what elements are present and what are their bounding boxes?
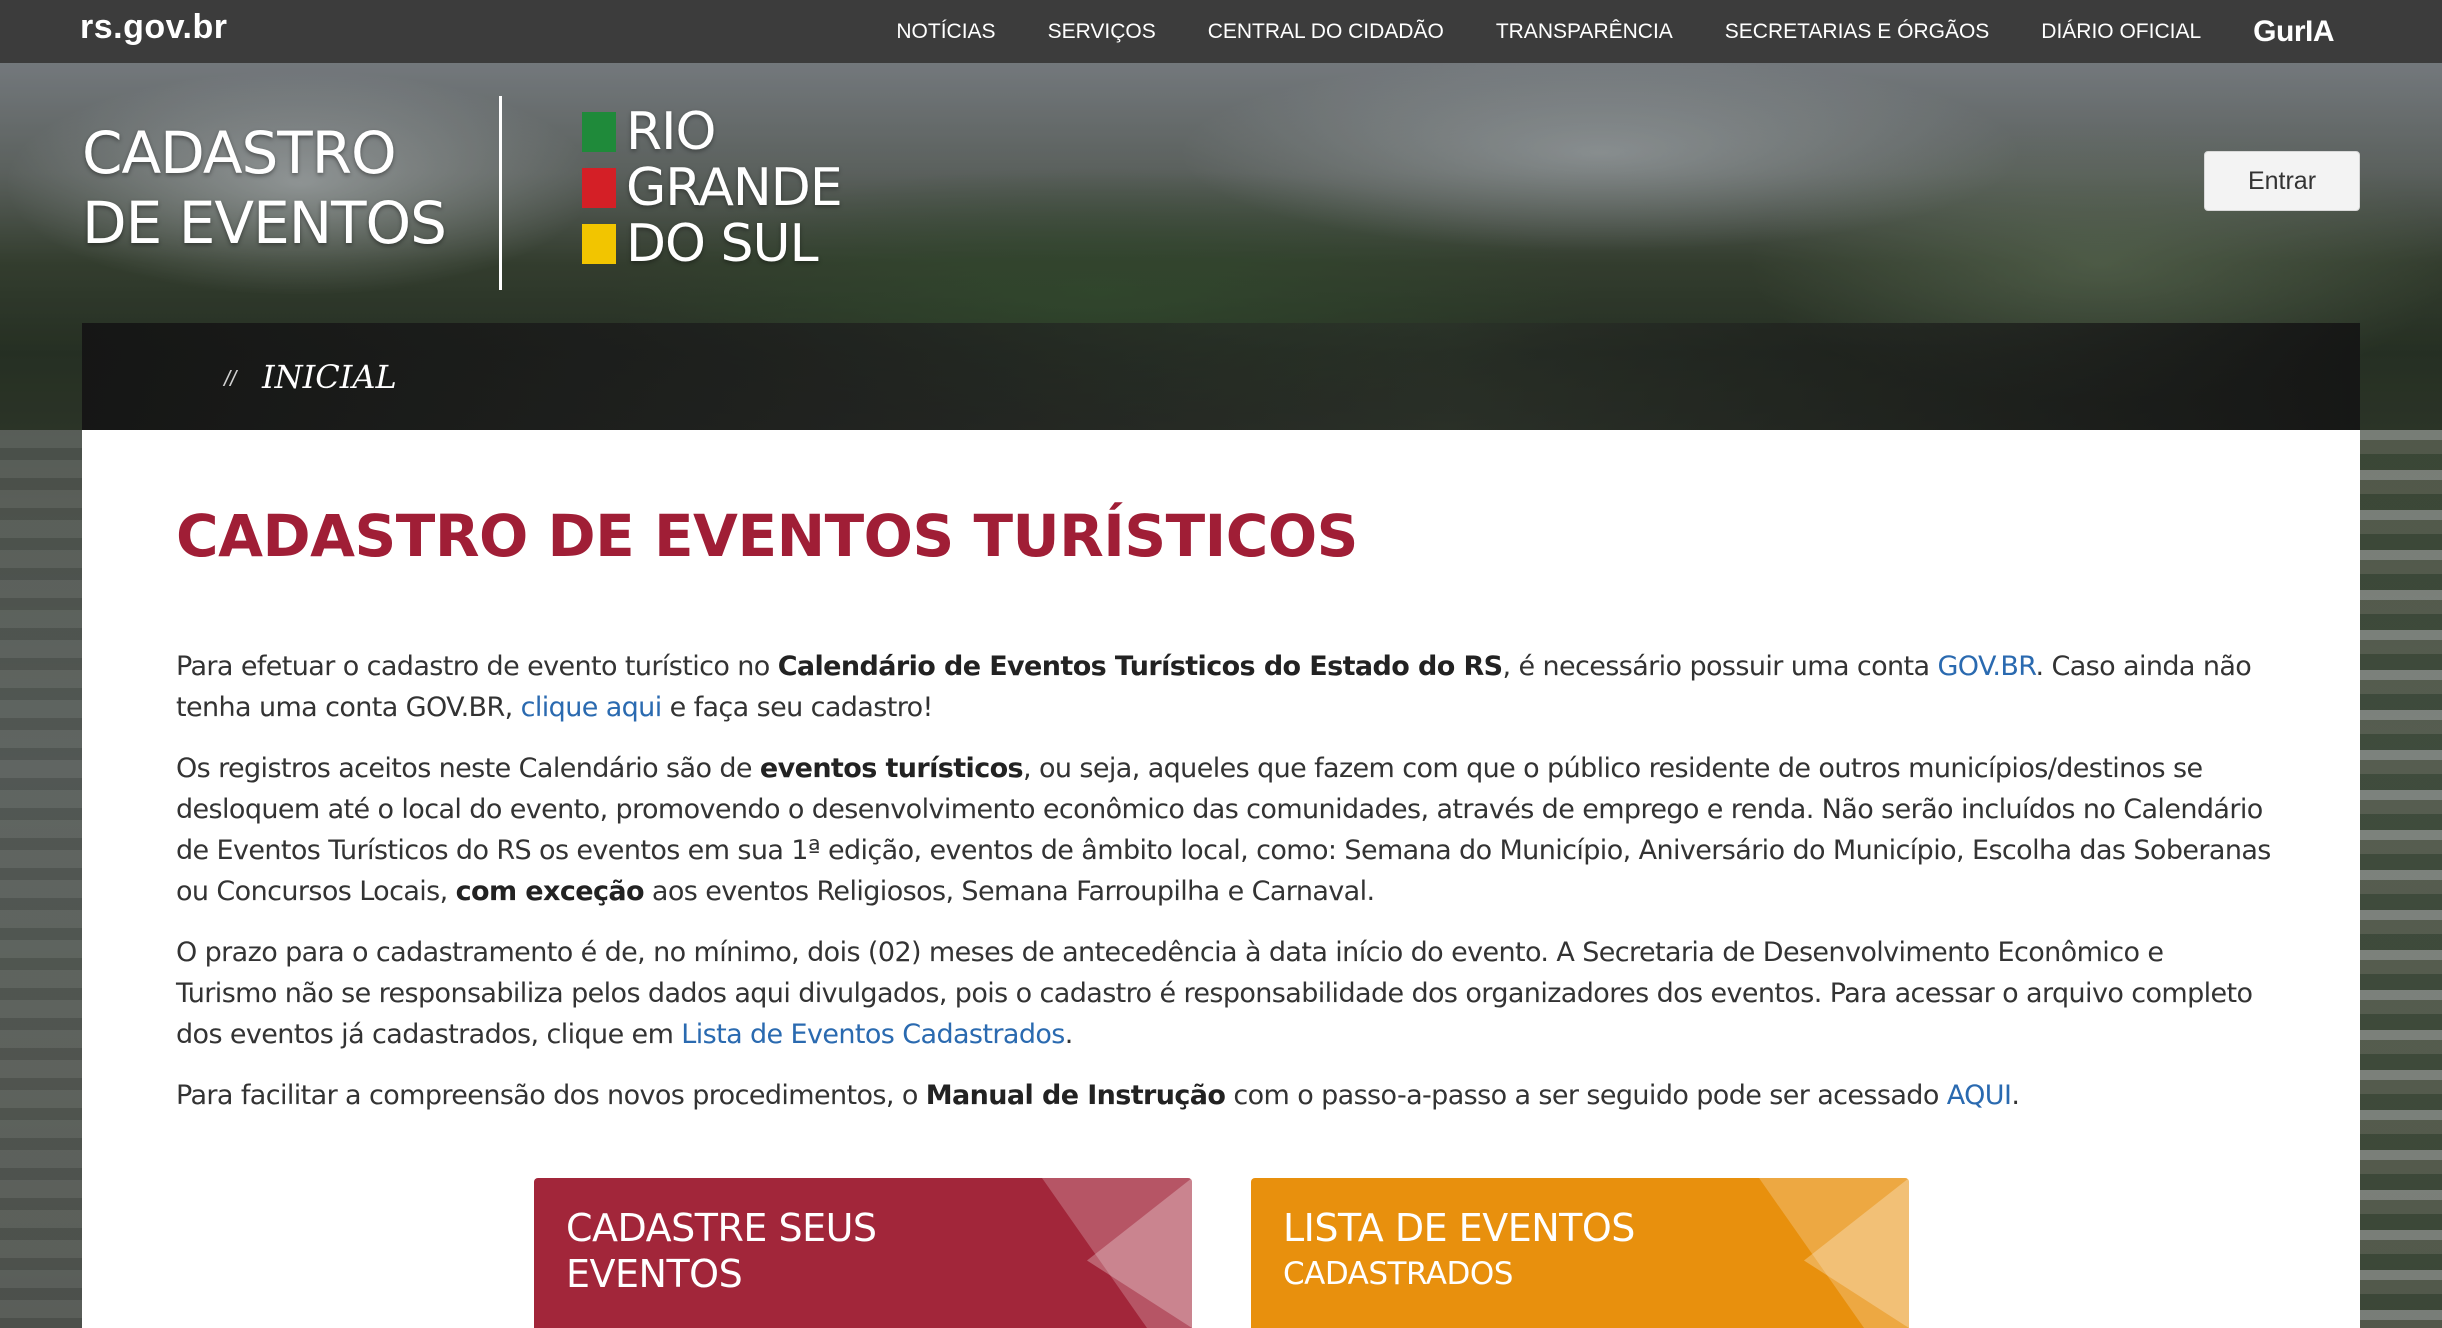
card-title: LISTA DE EVENTOS: [1283, 1206, 1635, 1250]
green-square-icon: [582, 112, 616, 152]
text: aos eventos Religiosos, Semana Farroupil…: [643, 876, 1375, 907]
guria-logo-link[interactable]: GurIA: [2253, 15, 2334, 49]
bold-text: eventos turísticos: [759, 753, 1024, 784]
header-divider: [499, 96, 502, 290]
bold-text: Calendário de Eventos Turísticos do Esta…: [777, 651, 1503, 682]
text: e faça seu cadastro!: [661, 692, 934, 723]
text: Para efetuar o cadastro de evento turíst…: [176, 651, 778, 682]
main-content-panel: CADASTRO DE EVENTOS TURÍSTICOS Para efet…: [82, 430, 2360, 1328]
background-photo-right-edge: [2360, 430, 2442, 1328]
manual-aqui-link[interactable]: AQUI: [1947, 1080, 2012, 1111]
paragraph-manual: Para facilitar a compreensão dos novos p…: [176, 1075, 2272, 1116]
rs-logo-text: DO SUL: [626, 214, 819, 274]
rs-logo-row: DO SUL: [582, 214, 842, 274]
text: Para facilitar a compreensão dos novos p…: [176, 1080, 926, 1111]
nav-secretarias-e-orgaos[interactable]: SECRETARIAS E ÓRGÃOS: [1725, 20, 1990, 44]
page-title: CADASTRO DE EVENTOS TURÍSTICOS: [176, 502, 1358, 570]
rs-logo-text: GRANDE: [626, 158, 843, 218]
text: , é necessário possuir uma conta: [1502, 651, 1938, 682]
rs-logo-row: RIO: [582, 102, 842, 162]
site-title-line2: DE EVENTOS: [82, 189, 447, 257]
rio-grande-do-sul-logo[interactable]: RIO GRANDE DO SUL: [582, 102, 843, 274]
nav-servicos[interactable]: SERVIÇOS: [1048, 20, 1156, 44]
text: com o passo-a-passo a ser seguido pode s…: [1225, 1080, 1947, 1111]
gov-br-link[interactable]: GOV.BR: [1937, 651, 2036, 682]
bold-text: com exceção: [455, 876, 645, 907]
intro-text: Para efetuar o cadastro de evento turíst…: [176, 646, 2272, 1136]
rs-logo-row: GRANDE: [582, 158, 843, 218]
top-navigation: NOTÍCIAS SERVIÇOS CENTRAL DO CIDADÃO TRA…: [896, 0, 2442, 63]
lista-eventos-cadastrados-link[interactable]: Lista de Eventos Cadastrados: [681, 1019, 1065, 1050]
event-list-card[interactable]: LISTA DE EVENTOS CADASTRADOS: [1251, 1178, 1909, 1328]
breadcrumb-current: INICIAL: [262, 358, 397, 396]
card-subtitle: EVENTOS: [566, 1252, 743, 1296]
top-bar: rs.gov.br NOTÍCIAS SERVIÇOS CENTRAL DO C…: [0, 0, 2442, 63]
paragraph-account: Para efetuar o cadastro de evento turíst…: [176, 646, 2272, 728]
text: .: [1064, 1019, 1074, 1050]
text: Os registros aceitos neste Calendário sã…: [176, 753, 760, 784]
red-square-icon: [582, 168, 616, 208]
site-title-logo[interactable]: CADASTRO DE EVENTOS: [82, 118, 447, 258]
card-subtitle: CADASTRADOS: [1283, 1256, 1513, 1292]
yellow-square-icon: [582, 224, 616, 264]
breadcrumb-separator: //: [224, 366, 237, 391]
nav-transparencia[interactable]: TRANSPARÊNCIA: [1496, 20, 1673, 44]
clique-aqui-link[interactable]: clique aqui: [521, 692, 663, 723]
card-title: CADASTRE SEUS: [566, 1206, 877, 1250]
paragraph-deadline: O prazo para o cadastramento é de, no mí…: [176, 932, 2272, 1055]
login-button[interactable]: Entrar: [2204, 151, 2360, 211]
site-title-line1: CADASTRO: [82, 119, 397, 187]
bold-text: Manual de Instrução: [925, 1080, 1226, 1111]
paragraph-criteria: Os registros aceitos neste Calendário sã…: [176, 748, 2272, 912]
text: .: [2011, 1080, 2020, 1111]
nav-noticias[interactable]: NOTÍCIAS: [896, 20, 995, 44]
text: O prazo para o cadastramento é de, no mí…: [176, 937, 2253, 1050]
site-brand-link[interactable]: rs.gov.br: [80, 8, 227, 47]
background-photo-left-edge: [0, 430, 82, 1328]
register-events-card[interactable]: CADASTRE SEUS EVENTOS: [534, 1178, 1192, 1328]
nav-central-do-cidadao[interactable]: CENTRAL DO CIDADÃO: [1208, 20, 1444, 44]
breadcrumb-band: [82, 323, 2360, 430]
nav-diario-oficial[interactable]: DIÁRIO OFICIAL: [2041, 20, 2201, 44]
rs-logo-text: RIO: [626, 102, 716, 162]
